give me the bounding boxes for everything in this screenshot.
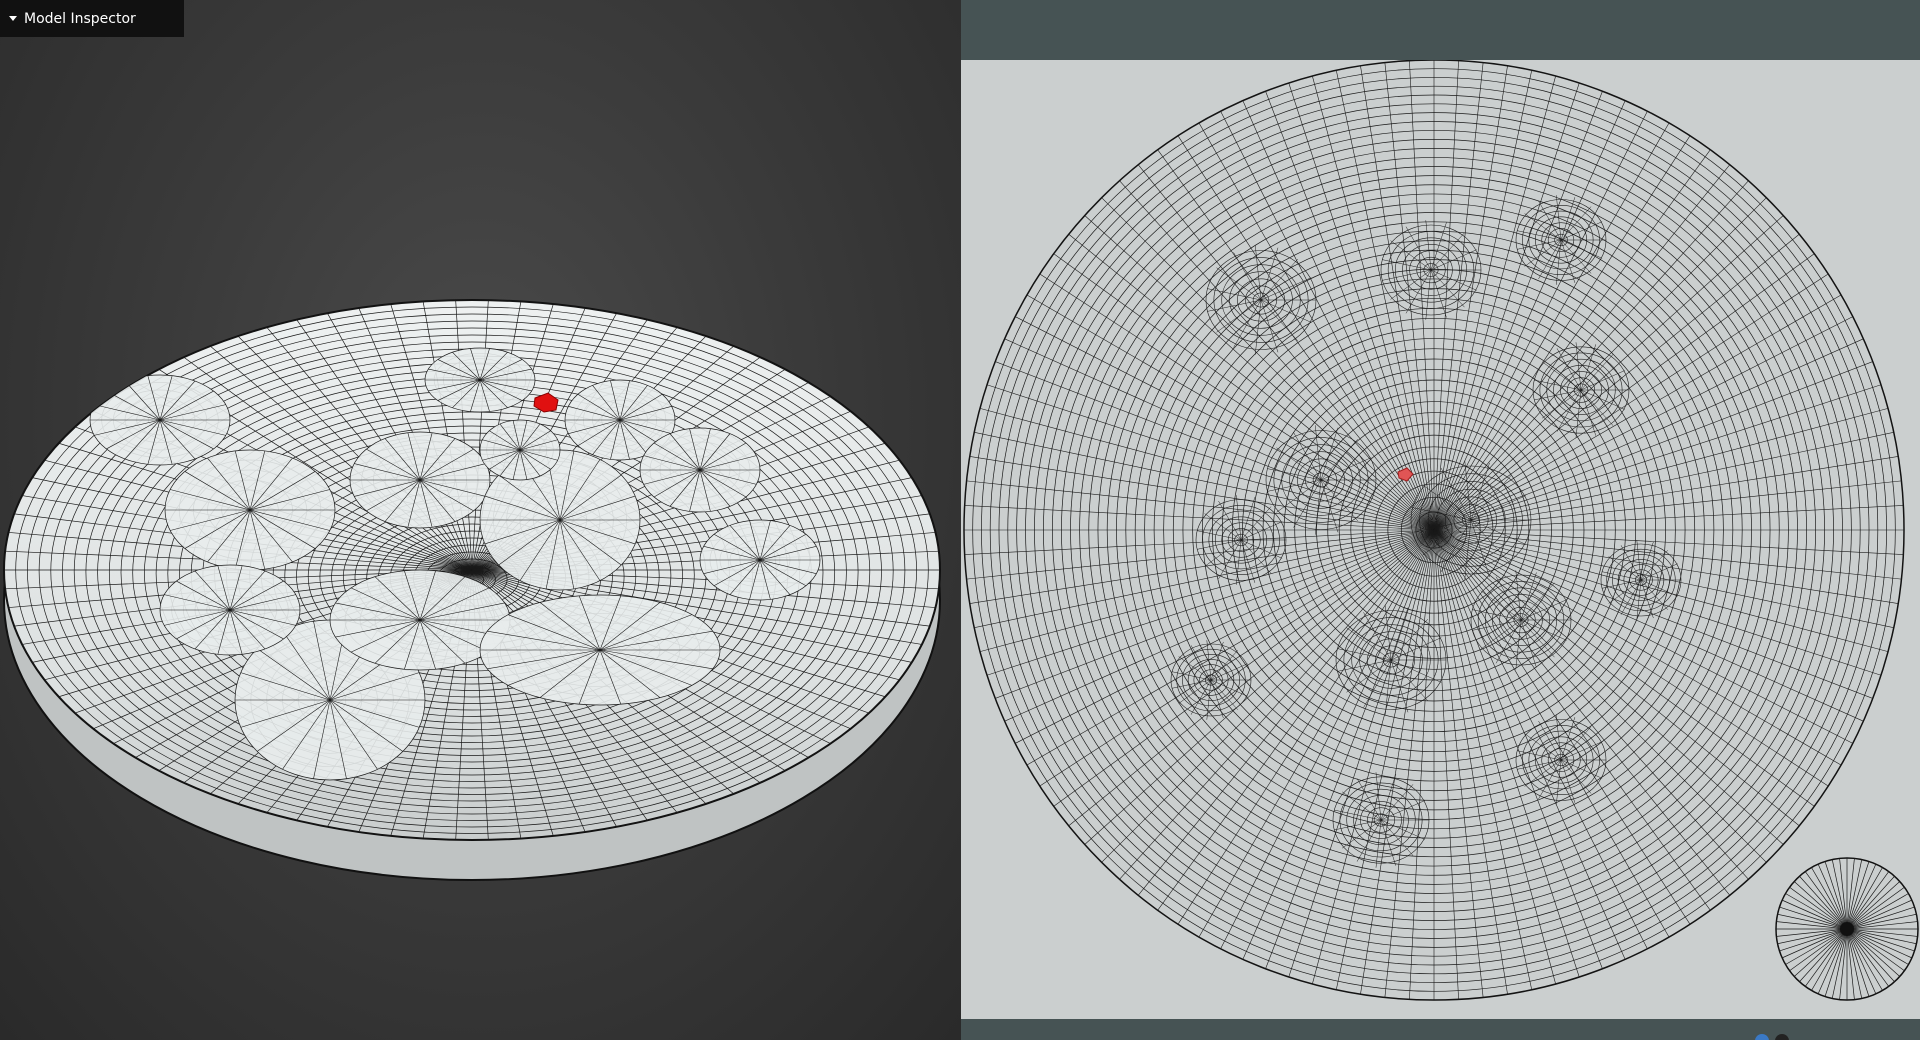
model-inspector-header[interactable]: Model Inspector: [0, 0, 184, 37]
uv-island-small-center: [1840, 922, 1854, 936]
mesh-wireframe[interactable]: [0, 0, 961, 1040]
uv-layout[interactable]: [961, 60, 1920, 1019]
uv-grid: [964, 60, 1904, 1000]
caret-down-icon[interactable]: [9, 16, 17, 21]
uv-editor-panel: [961, 0, 1920, 1040]
uv-canvas[interactable]: [961, 60, 1920, 1019]
3d-viewport[interactable]: Model Inspector: [0, 0, 961, 1040]
uv-toolbar: [961, 0, 1920, 60]
model-inspector-title: Model Inspector: [24, 10, 136, 27]
app-window: Model Inspector: [0, 0, 1920, 1040]
